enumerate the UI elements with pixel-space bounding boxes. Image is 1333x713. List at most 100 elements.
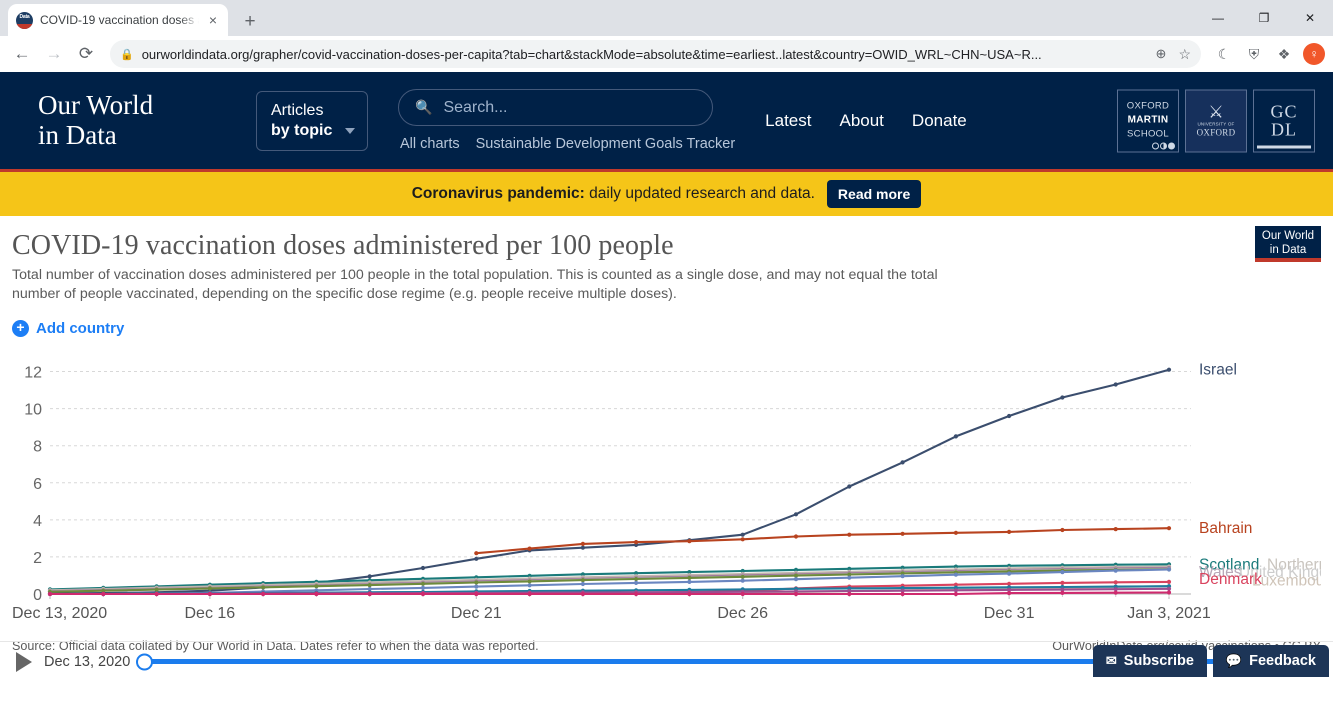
y-axis-tick-label: 10 bbox=[24, 402, 42, 419]
data-point bbox=[421, 592, 425, 596]
data-point bbox=[1060, 570, 1064, 574]
data-point bbox=[474, 557, 478, 561]
nav-all-charts[interactable]: All charts bbox=[400, 136, 460, 152]
by-topic-label: by topic bbox=[271, 121, 351, 141]
series-line-israel bbox=[50, 370, 1169, 594]
feedback-label: Feedback bbox=[1249, 653, 1316, 669]
data-point bbox=[847, 485, 851, 489]
browser-toolbar: ← → ⟳ 🔒 ourworldindata.org/grapher/covid… bbox=[0, 36, 1333, 72]
chart-subtitle: Total number of vaccination doses admini… bbox=[12, 266, 972, 304]
data-point bbox=[474, 592, 478, 596]
envelope-icon: ✉ bbox=[1106, 653, 1117, 669]
data-point bbox=[421, 566, 425, 570]
data-point bbox=[581, 592, 585, 596]
data-point bbox=[314, 584, 318, 588]
data-point bbox=[1114, 383, 1118, 387]
x-axis-tick-label: Dec 31 bbox=[984, 605, 1035, 622]
dark-mode-icon[interactable]: ☾ bbox=[1211, 41, 1237, 67]
nav-donate[interactable]: Donate bbox=[912, 111, 967, 131]
nav-sdg-tracker[interactable]: Sustainable Development Goals Tracker bbox=[476, 136, 736, 152]
data-point bbox=[954, 589, 958, 593]
floating-widgets: ✉ Subscribe 💬 Feedback bbox=[1093, 645, 1333, 681]
data-point bbox=[901, 532, 905, 536]
subscribe-button[interactable]: ✉ Subscribe bbox=[1093, 645, 1207, 677]
add-country-button[interactable]: + Add country bbox=[12, 320, 124, 337]
line-chart-svg[interactable]: 024681012Dec 13, 2020Dec 16Dec 21Dec 26D… bbox=[12, 345, 1321, 630]
data-point bbox=[741, 592, 745, 596]
owid-watermark-badge: Our World in Data bbox=[1255, 226, 1321, 262]
data-point bbox=[368, 575, 372, 579]
articles-by-topic-button[interactable]: Articles by topic bbox=[256, 91, 368, 151]
data-point bbox=[474, 551, 478, 555]
data-point bbox=[421, 586, 425, 590]
extensions-icon[interactable]: ❖ bbox=[1271, 41, 1297, 67]
data-point bbox=[634, 540, 638, 544]
search-icon: 🔍 bbox=[415, 99, 432, 116]
data-point bbox=[1007, 572, 1011, 576]
new-tab-button[interactable]: + bbox=[238, 12, 262, 31]
x-axis-tick-label: Dec 26 bbox=[717, 605, 768, 622]
chevron-down-icon bbox=[345, 128, 355, 134]
data-point bbox=[581, 582, 585, 586]
data-point bbox=[1167, 580, 1171, 584]
bookmark-star-icon[interactable]: ☆ bbox=[1174, 46, 1191, 63]
shield-icon[interactable]: ⛨ bbox=[1241, 41, 1267, 67]
x-axis-tick-label: Jan 3, 2021 bbox=[1127, 605, 1211, 622]
chart-plot-area[interactable]: 024681012Dec 13, 2020Dec 16Dec 21Dec 26D… bbox=[12, 345, 1321, 630]
site-header: Our World in Data Articles by topic 🔍 Se… bbox=[0, 72, 1333, 172]
data-point bbox=[1167, 526, 1171, 530]
window-controls: — ❐ ✕ bbox=[1195, 0, 1333, 36]
data-point bbox=[634, 577, 638, 581]
banner-bold: Coronavirus pandemic: bbox=[412, 185, 585, 202]
data-point bbox=[634, 581, 638, 585]
data-point bbox=[101, 592, 105, 596]
series-line-bahrain bbox=[476, 529, 1169, 554]
data-point bbox=[368, 592, 372, 596]
data-point bbox=[1167, 591, 1171, 595]
nav-about[interactable]: About bbox=[839, 111, 883, 131]
timeline-handle-left[interactable] bbox=[136, 653, 153, 670]
minimize-icon[interactable]: — bbox=[1195, 0, 1241, 36]
university-of-oxford-logo[interactable]: ⚔ UNIVERSITY OF OXFORD bbox=[1185, 89, 1247, 152]
close-window-icon[interactable]: ✕ bbox=[1287, 0, 1333, 36]
zoom-icon[interactable]: ⊕ bbox=[1156, 46, 1167, 62]
read-more-button[interactable]: Read more bbox=[827, 180, 921, 208]
data-point bbox=[1114, 581, 1118, 585]
grapher-panel: Our World in Data COVID-19 vaccination d… bbox=[0, 216, 1333, 681]
data-point bbox=[528, 592, 532, 596]
oms-line-1: OXFORD bbox=[1127, 99, 1169, 113]
data-point bbox=[474, 585, 478, 589]
data-point bbox=[794, 535, 798, 539]
y-axis-tick-label: 12 bbox=[24, 365, 42, 382]
data-point bbox=[314, 592, 318, 596]
articles-label: Articles bbox=[271, 101, 351, 121]
reload-icon[interactable]: ⟳ bbox=[72, 40, 100, 68]
site-logo[interactable]: Our World in Data bbox=[38, 91, 238, 149]
data-point bbox=[741, 579, 745, 583]
nav-latest[interactable]: Latest bbox=[765, 111, 811, 131]
play-icon[interactable] bbox=[16, 652, 32, 672]
address-bar[interactable]: 🔒 ourworldindata.org/grapher/covid-vacci… bbox=[110, 40, 1201, 68]
data-point bbox=[261, 592, 265, 596]
maximize-icon[interactable]: ❐ bbox=[1241, 0, 1287, 36]
data-point bbox=[1114, 591, 1118, 595]
feedback-button[interactable]: 💬 Feedback bbox=[1213, 645, 1329, 677]
gcdl-logo[interactable]: GC DL bbox=[1253, 89, 1315, 152]
browser-tab[interactable]: Data COVID-19 vaccination doses adm × bbox=[8, 4, 228, 36]
forward-icon[interactable]: → bbox=[40, 40, 68, 68]
close-tab-icon[interactable]: × bbox=[206, 11, 220, 29]
data-point bbox=[1114, 527, 1118, 531]
partner-logos: OXFORD MARTIN SCHOOL ⚔ UNIVERSITY OF OXF… bbox=[1117, 89, 1315, 152]
x-axis-tick-label: Dec 16 bbox=[185, 605, 236, 622]
search-input[interactable]: 🔍 Search... bbox=[398, 89, 713, 126]
favicon-icon: Data bbox=[16, 12, 33, 29]
oxford-martin-school-logo[interactable]: OXFORD MARTIN SCHOOL bbox=[1117, 89, 1179, 152]
series-end-label-bahrain: Bahrain bbox=[1199, 521, 1252, 538]
back-icon[interactable]: ← bbox=[8, 40, 36, 68]
gcdl-row-2: DL bbox=[1271, 121, 1297, 139]
data-point bbox=[1007, 530, 1011, 534]
profile-avatar[interactable]: ♀ bbox=[1303, 43, 1325, 65]
data-point bbox=[687, 576, 691, 580]
chart-title: COVID-19 vaccination doses administered … bbox=[12, 230, 1321, 262]
lock-icon: 🔒 bbox=[120, 48, 134, 61]
